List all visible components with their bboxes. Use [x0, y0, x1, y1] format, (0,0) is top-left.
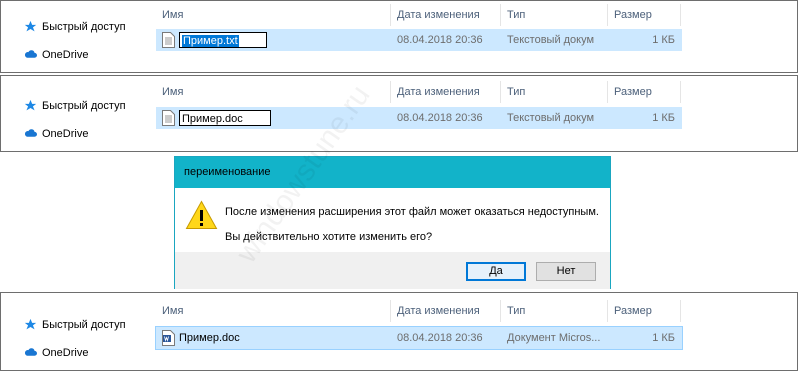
- rename-input[interactable]: Пример.txt: [179, 32, 267, 48]
- text-file-icon: [162, 110, 175, 126]
- nav-onedrive[interactable]: OneDrive: [24, 346, 88, 359]
- file-type: Текстовый докум: [507, 34, 595, 46]
- file-name-cell: Пример.txt: [156, 32, 391, 48]
- column-name[interactable]: Имя: [156, 300, 391, 322]
- nav-label: Быстрый доступ: [42, 99, 126, 112]
- nav-onedrive[interactable]: OneDrive: [24, 48, 88, 61]
- column-size[interactable]: Размер: [608, 81, 681, 103]
- cloud-icon: [24, 129, 37, 137]
- nav-label: Быстрый доступ: [42, 318, 126, 331]
- explorer-panel-2: Быстрый доступ OneDrive Имя Дата изменен…: [0, 75, 798, 152]
- column-header: Имя Дата изменения Тип Размер: [156, 300, 681, 322]
- explorer-panel-1: Быстрый доступ OneDrive Имя Дата изменен…: [0, 0, 798, 73]
- column-name[interactable]: Имя: [156, 4, 391, 26]
- dialog-title[interactable]: переименование: [175, 157, 610, 188]
- no-button[interactable]: Нет: [536, 262, 596, 281]
- nav-label: Быстрый доступ: [42, 20, 126, 33]
- star-icon: [24, 20, 37, 32]
- column-size[interactable]: Размер: [608, 4, 681, 26]
- column-header: Имя Дата изменения Тип Размер: [156, 4, 681, 26]
- rename-warning-dialog: переименование После изменения расширени…: [174, 156, 611, 289]
- file-size: 1 КБ: [652, 112, 675, 124]
- column-type[interactable]: Тип: [501, 300, 608, 322]
- column-header: Имя Дата изменения Тип Размер: [156, 81, 681, 103]
- column-type[interactable]: Тип: [501, 81, 608, 103]
- nav-quick-access[interactable]: Быстрый доступ: [24, 20, 126, 33]
- file-size: 1 КБ: [652, 332, 675, 344]
- file-date: 08.04.2018 20:36: [397, 112, 483, 124]
- text-file-icon: [162, 32, 175, 48]
- column-date[interactable]: Дата изменения: [391, 4, 501, 26]
- cloud-icon: [24, 348, 37, 356]
- star-icon: [24, 318, 37, 330]
- star-icon: [24, 99, 37, 111]
- file-size: 1 КБ: [652, 34, 675, 46]
- word-document-icon: [162, 330, 175, 346]
- file-date: 08.04.2018 20:36: [397, 332, 483, 344]
- file-date: 08.04.2018 20:36: [397, 34, 483, 46]
- warning-icon: [185, 200, 218, 229]
- explorer-panel-3: Быстрый доступ OneDrive Имя Дата изменен…: [0, 292, 798, 371]
- column-date[interactable]: Дата изменения: [391, 81, 501, 103]
- column-date[interactable]: Дата изменения: [391, 300, 501, 322]
- nav-quick-access[interactable]: Быстрый доступ: [24, 99, 126, 112]
- nav-onedrive[interactable]: OneDrive: [24, 127, 88, 140]
- file-row[interactable]: Пример.txt 08.04.2018 20:36 Текстовый до…: [156, 29, 682, 51]
- file-type: Текстовый докум: [507, 112, 595, 124]
- column-type[interactable]: Тип: [501, 4, 608, 26]
- column-size[interactable]: Размер: [608, 300, 681, 322]
- yes-button[interactable]: Да: [466, 262, 526, 281]
- file-name: Пример.doc: [179, 332, 240, 344]
- cloud-icon: [24, 50, 37, 58]
- rename-input[interactable]: Пример.doc: [179, 110, 271, 126]
- nav-label: OneDrive: [42, 48, 89, 61]
- file-row[interactable]: Пример.doc 08.04.2018 20:36 Документ Mic…: [155, 326, 683, 350]
- nav-quick-access[interactable]: Быстрый доступ: [24, 318, 126, 331]
- nav-label: OneDrive: [42, 127, 89, 140]
- nav-label: OneDrive: [42, 346, 89, 359]
- file-name-cell: Пример.doc: [156, 330, 391, 346]
- file-row[interactable]: Пример.doc 08.04.2018 20:36 Текстовый до…: [156, 107, 682, 129]
- file-type: Документ Micros...: [507, 332, 601, 344]
